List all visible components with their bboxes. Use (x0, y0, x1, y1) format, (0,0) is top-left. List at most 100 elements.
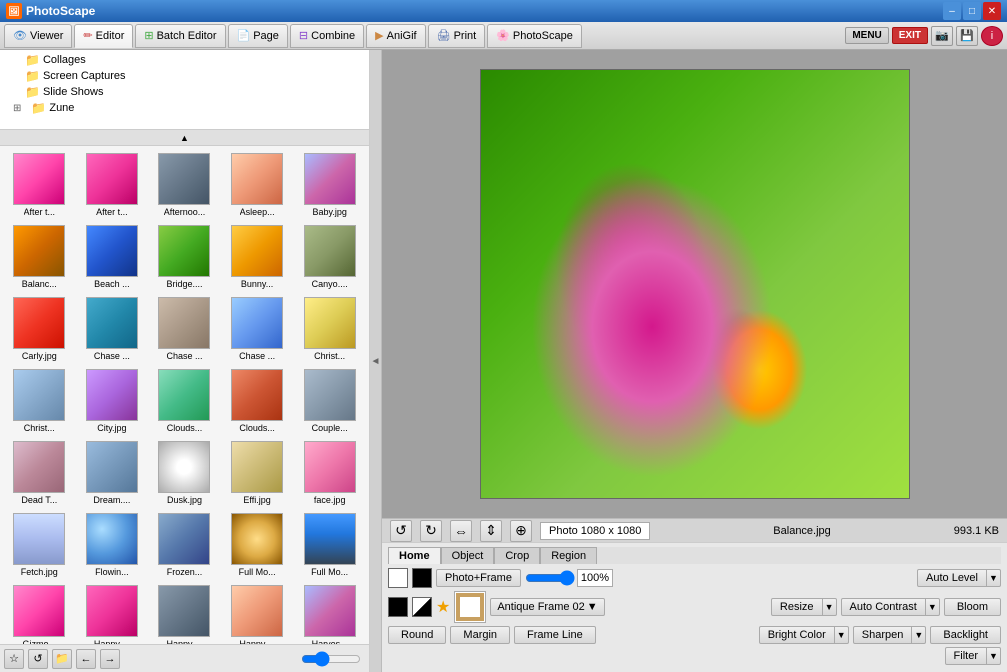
tab-home[interactable]: Home (388, 547, 441, 564)
tree-item-screen-captures[interactable]: 📁 Screen Captures (2, 68, 367, 84)
photo-frame-btn[interactable]: Photo+Frame (436, 569, 521, 587)
zoom-fit-btn[interactable]: ⊕ (510, 520, 532, 542)
tab-editor[interactable]: ✏ Editor (74, 24, 133, 48)
save-icon-btn[interactable]: 💾 (956, 26, 978, 46)
scroll-up-btn[interactable]: ▲ (0, 130, 369, 146)
thumbnail-item[interactable]: Chase ... (149, 294, 220, 364)
frame-dropdown[interactable]: Antique Frame 02 ▼ (490, 598, 604, 616)
backlight-btn[interactable]: Backlight (930, 626, 1001, 644)
zoom-slider[interactable] (301, 652, 361, 666)
bright-color-btn[interactable]: Bright Color (759, 626, 835, 644)
tab-batch-editor[interactable]: ⊞ Batch Editor (135, 24, 225, 48)
auto-level-arrow[interactable]: ▼ (987, 569, 1001, 587)
thumbnail-item[interactable]: Full Mo... (222, 510, 293, 580)
thumbnail-item[interactable]: Happy ... (149, 582, 220, 644)
thumbnail-item[interactable]: Asleep... (222, 150, 293, 220)
rotate-left-btn[interactable]: ↺ (390, 520, 412, 542)
info-icon-btn[interactable]: i (981, 26, 1003, 46)
back-btn[interactable]: ← (76, 649, 96, 669)
sharpen-btn[interactable]: Sharpen (853, 626, 913, 644)
rotate-right-btn[interactable]: ↻ (420, 520, 442, 542)
margin-btn[interactable]: Margin (450, 626, 510, 644)
tab-anigif[interactable]: ▶ AniGif (366, 24, 425, 48)
thumbnail-item[interactable]: Afternoo... (149, 150, 220, 220)
thumbnail-item[interactable]: Fetch.jpg (4, 510, 75, 580)
zoom-level-slider[interactable] (525, 571, 575, 585)
panel-collapse-btn[interactable]: ◄ (370, 50, 382, 672)
tab-region[interactable]: Region (540, 547, 597, 564)
color-swatch-wb[interactable] (412, 597, 432, 617)
tab-viewer[interactable]: 👁 Viewer (4, 24, 72, 48)
thumbnail-item[interactable]: Effi.jpg (222, 438, 293, 508)
thumbnail-item[interactable]: Baby.jpg (294, 150, 365, 220)
thumbnail-item[interactable]: Happy ... (77, 582, 148, 644)
bright-color-arrow[interactable]: ▼ (835, 626, 849, 644)
folder-btn[interactable]: 📁 (52, 649, 72, 669)
thumbnail-item[interactable]: Gizmo... (4, 582, 75, 644)
round-btn[interactable]: Round (388, 626, 446, 644)
thumbnail-item[interactable]: After t... (77, 150, 148, 220)
thumbnail-item[interactable]: Couple... (294, 366, 365, 436)
thumbnail-item[interactable]: Canyo.... (294, 222, 365, 292)
thumb-image (158, 225, 210, 277)
thumbnail-scroll[interactable]: After t... After t... Afternoo... Asleep… (0, 146, 369, 644)
thumbnail-item[interactable]: Dusk.jpg (149, 438, 220, 508)
tree-item-collages[interactable]: 📁 Collages (2, 52, 367, 68)
thumbnail-item[interactable]: Christ... (294, 294, 365, 364)
color-swatch-black[interactable] (412, 568, 432, 588)
thumbnail-item[interactable]: Beach ... (77, 222, 148, 292)
thumbnail-item[interactable]: Bunny... (222, 222, 293, 292)
maximize-button[interactable]: □ (963, 2, 981, 20)
star-btn[interactable]: ☆ (4, 649, 24, 669)
forward-btn[interactable]: → (100, 649, 120, 669)
thumbnail-item[interactable]: Bridge.... (149, 222, 220, 292)
thumbnail-item[interactable]: Full Mo... (294, 510, 365, 580)
tab-combine[interactable]: ⊟ Combine (290, 24, 364, 48)
filter-btn[interactable]: Filter (945, 647, 987, 665)
menu-button[interactable]: MENU (845, 27, 888, 44)
filter-arrow[interactable]: ▼ (987, 647, 1001, 665)
thumbnail-item[interactable]: Harves... (294, 582, 365, 644)
thumbnail-item[interactable]: Balanc... (4, 222, 75, 292)
sharpen-arrow[interactable]: ▼ (912, 626, 926, 644)
thumbnail-item[interactable]: face.jpg (294, 438, 365, 508)
tree-item-slide-shows[interactable]: 📁 Slide Shows (2, 84, 367, 100)
tree-item-zune[interactable]: ⊞ 📁 Zune (2, 100, 367, 116)
thumbnail-item[interactable]: City.jpg (77, 366, 148, 436)
thumbnail-item[interactable]: Christ... (4, 366, 75, 436)
frame-line-btn[interactable]: Frame Line (514, 626, 596, 644)
thumbnail-item[interactable]: Happy.... (222, 582, 293, 644)
thumbnail-item[interactable]: Clouds... (149, 366, 220, 436)
minimize-button[interactable]: – (943, 2, 961, 20)
tab-photoscape[interactable]: 🌸 PhotoScape (487, 24, 582, 48)
thumbnail-item[interactable]: Dream.... (77, 438, 148, 508)
thumbnail-item[interactable]: After t... (4, 150, 75, 220)
thumbnail-item[interactable]: Dead T... (4, 438, 75, 508)
thumbnail-item[interactable]: Chase ... (77, 294, 148, 364)
auto-level-btn[interactable]: Auto Level (917, 569, 987, 587)
flip-v-btn[interactable]: ⇕ (480, 520, 502, 542)
refresh-btn[interactable]: ↺ (28, 649, 48, 669)
thumbnail-item[interactable]: Chase ... (222, 294, 293, 364)
tab-print[interactable]: 🖨 Print (428, 24, 486, 48)
bloom-btn[interactable]: Bloom (944, 598, 1001, 616)
thumb-image (304, 585, 356, 637)
close-button[interactable]: ✕ (983, 2, 1001, 20)
auto-contrast-arrow[interactable]: ▼ (926, 598, 940, 616)
flip-h-btn[interactable]: ⇔ (450, 520, 472, 542)
auto-contrast-btn[interactable]: Auto Contrast (841, 598, 926, 616)
tab-crop[interactable]: Crop (494, 547, 540, 564)
exit-button[interactable]: EXIT (892, 27, 928, 44)
color-swatch-b[interactable] (388, 597, 408, 617)
camera-icon-btn[interactable]: 📷 (931, 26, 953, 46)
resize-btn[interactable]: Resize (771, 598, 823, 616)
tab-object[interactable]: Object (441, 547, 495, 564)
resize-arrow[interactable]: ▼ (823, 598, 837, 616)
tab-page[interactable]: 📄 Page (228, 24, 288, 48)
thumbnail-item[interactable]: Frozen... (149, 510, 220, 580)
thumbnail-item[interactable]: Carly.jpg (4, 294, 75, 364)
edit-row1: Photo+Frame 100% Auto Level ▼ (388, 568, 1001, 588)
thumbnail-item[interactable]: Clouds... (222, 366, 293, 436)
thumbnail-item[interactable]: Flowin... (77, 510, 148, 580)
color-swatch-white[interactable] (388, 568, 408, 588)
